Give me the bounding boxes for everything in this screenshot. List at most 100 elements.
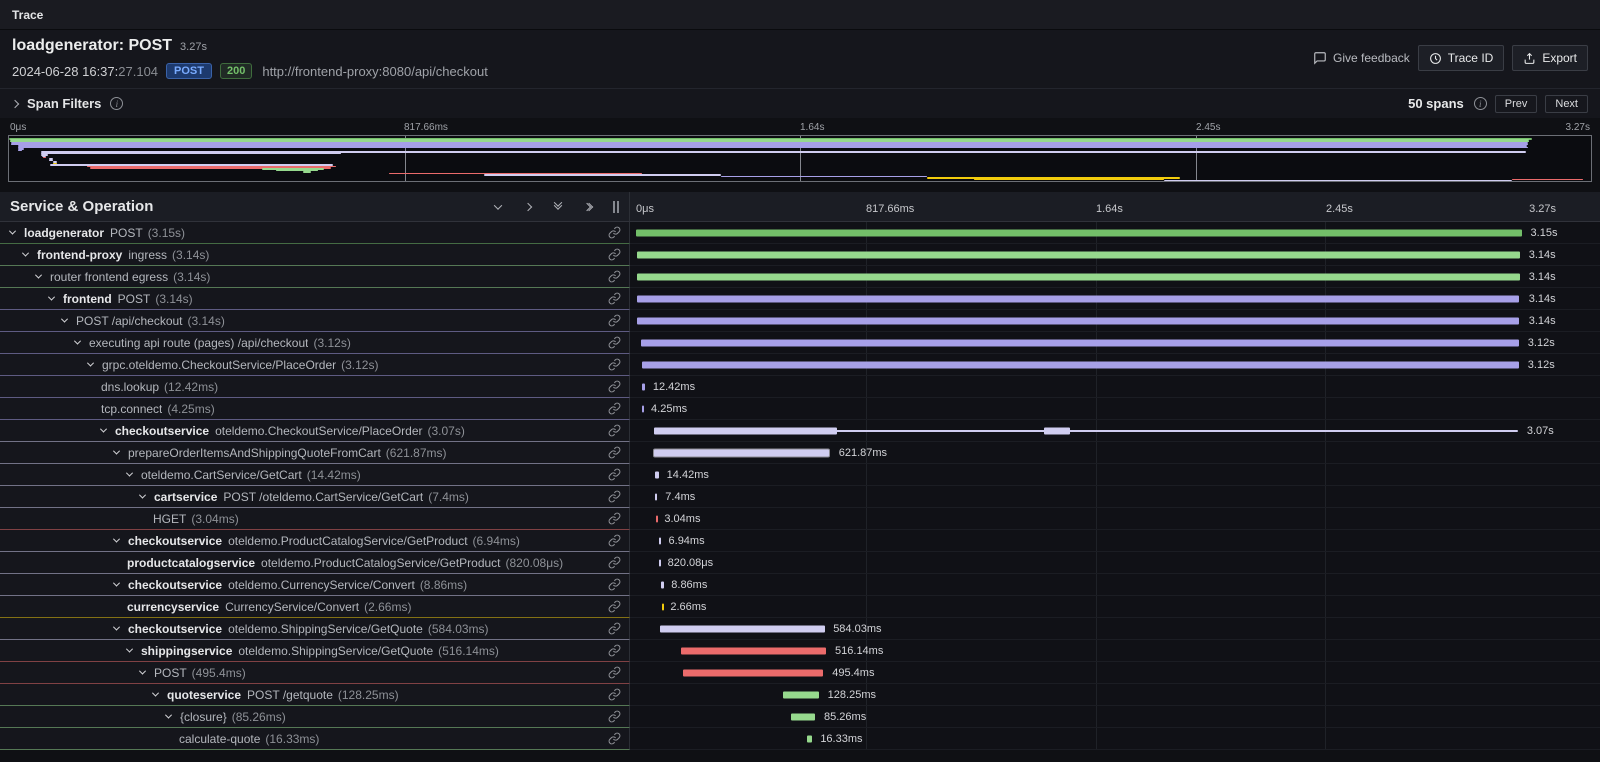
- link-icon[interactable]: [602, 710, 629, 723]
- link-icon[interactable]: [602, 402, 629, 415]
- span-bar[interactable]: [636, 229, 1522, 236]
- span-name-cell[interactable]: executing api route (pages) /api/checkou…: [0, 332, 630, 354]
- span-row[interactable]: tcp.connect (4.25ms) 4.25ms: [0, 398, 1600, 420]
- span-bar[interactable]: [807, 735, 812, 742]
- span-row[interactable]: checkoutservice oteldemo.CheckoutService…: [0, 420, 1600, 442]
- span-row[interactable]: checkoutservice oteldemo.ProductCatalogS…: [0, 530, 1600, 552]
- chevron-down-icon[interactable]: [127, 648, 141, 653]
- link-icon[interactable]: [602, 468, 629, 481]
- chevron-down-icon[interactable]: [88, 362, 102, 367]
- chevron-down-icon[interactable]: [114, 582, 128, 587]
- span-timeline-cell[interactable]: 3.14s: [630, 288, 1600, 310]
- span-row[interactable]: quoteservice POST /getquote (128.25ms) 1…: [0, 684, 1600, 706]
- link-icon[interactable]: [602, 688, 629, 701]
- span-bar[interactable]: [661, 581, 663, 588]
- span-bar[interactable]: [637, 273, 1520, 280]
- span-name-cell[interactable]: checkoutservice oteldemo.CheckoutService…: [0, 420, 630, 442]
- collapse-all-icon[interactable]: [551, 200, 565, 214]
- expand-all-icon[interactable]: [581, 200, 595, 214]
- span-row[interactable]: dns.lookup (12.42ms) 12.42ms: [0, 376, 1600, 398]
- span-name-cell[interactable]: loadgenerator POST (3.15s): [0, 222, 630, 244]
- span-row[interactable]: productcatalogservice oteldemo.ProductCa…: [0, 552, 1600, 574]
- link-icon[interactable]: [602, 490, 629, 503]
- link-icon[interactable]: [602, 600, 629, 613]
- span-name-cell[interactable]: {closure} (85.26ms): [0, 706, 630, 728]
- span-bar[interactable]: [637, 317, 1519, 324]
- span-timeline-cell[interactable]: 3.14s: [630, 310, 1600, 332]
- span-bar[interactable]: [655, 493, 657, 500]
- span-bar[interactable]: [659, 537, 661, 544]
- span-bar[interactable]: [783, 691, 819, 698]
- span-bar[interactable]: [655, 471, 659, 478]
- link-icon[interactable]: [602, 380, 629, 393]
- chevron-down-icon[interactable]: [101, 428, 115, 433]
- span-row[interactable]: calculate-quote (16.33ms) 16.33ms: [0, 728, 1600, 750]
- span-timeline-cell[interactable]: 8.86ms: [630, 574, 1600, 596]
- trace-id-button[interactable]: Trace ID: [1418, 45, 1505, 71]
- span-timeline-cell[interactable]: 3.14s: [630, 266, 1600, 288]
- chevron-down-icon[interactable]: [153, 692, 167, 697]
- span-timeline-cell[interactable]: 3.07s: [630, 420, 1600, 442]
- chevron-down-icon[interactable]: [140, 670, 154, 675]
- span-timeline-cell[interactable]: 16.33ms: [630, 728, 1600, 750]
- chevron-down-icon[interactable]: [62, 318, 76, 323]
- span-row[interactable]: checkoutservice oteldemo.CurrencyService…: [0, 574, 1600, 596]
- span-bar[interactable]: [660, 625, 825, 632]
- link-icon[interactable]: [602, 226, 629, 239]
- expand-one-icon[interactable]: [521, 200, 535, 214]
- collapse-one-icon[interactable]: [491, 200, 505, 214]
- minimap[interactable]: [8, 135, 1592, 182]
- link-icon[interactable]: [602, 358, 629, 371]
- chevron-down-icon[interactable]: [10, 230, 24, 235]
- span-name-cell[interactable]: cartservice POST /oteldemo.CartService/G…: [0, 486, 630, 508]
- span-bar[interactable]: [791, 713, 815, 720]
- span-timeline-cell[interactable]: 6.94ms: [630, 530, 1600, 552]
- span-row[interactable]: POST (495.4ms) 495.4ms: [0, 662, 1600, 684]
- span-timeline-cell[interactable]: 85.26ms: [630, 706, 1600, 728]
- prev-button[interactable]: Prev: [1495, 95, 1538, 113]
- span-timeline-cell[interactable]: 12.42ms: [630, 376, 1600, 398]
- span-name-cell[interactable]: oteldemo.CartService/GetCart (14.42ms): [0, 464, 630, 486]
- span-row[interactable]: router frontend egress (3.14s) 3.14s: [0, 266, 1600, 288]
- link-icon[interactable]: [602, 248, 629, 261]
- link-icon[interactable]: [602, 424, 629, 437]
- span-bar[interactable]: [681, 647, 826, 654]
- chevron-down-icon[interactable]: [166, 714, 180, 719]
- span-name-cell[interactable]: frontend POST (3.14s): [0, 288, 630, 310]
- span-row[interactable]: frontend POST (3.14s) 3.14s: [0, 288, 1600, 310]
- span-timeline-cell[interactable]: 3.12s: [630, 354, 1600, 376]
- span-row[interactable]: loadgenerator POST (3.15s) 3.15s: [0, 222, 1600, 244]
- span-name-cell[interactable]: POST (495.4ms): [0, 662, 630, 684]
- span-timeline-cell[interactable]: 516.14ms: [630, 640, 1600, 662]
- span-timeline-cell[interactable]: 2.66ms: [630, 596, 1600, 618]
- export-button[interactable]: Export: [1512, 45, 1588, 71]
- link-icon[interactable]: [602, 336, 629, 349]
- span-bar[interactable]: [642, 361, 1520, 368]
- span-name-cell[interactable]: dns.lookup (12.42ms): [0, 376, 630, 398]
- span-name-cell[interactable]: router frontend egress (3.14s): [0, 266, 630, 288]
- span-timeline-cell[interactable]: 3.04ms: [630, 508, 1600, 530]
- span-row[interactable]: frontend-proxy ingress (3.14s) 3.14s: [0, 244, 1600, 266]
- chevron-down-icon[interactable]: [49, 296, 63, 301]
- link-icon[interactable]: [602, 622, 629, 635]
- link-icon[interactable]: [602, 446, 629, 459]
- span-bar[interactable]: [637, 251, 1520, 258]
- link-icon[interactable]: [602, 512, 629, 525]
- span-bar[interactable]: [662, 603, 664, 610]
- span-timeline-cell[interactable]: 14.42ms: [630, 464, 1600, 486]
- span-timeline-cell[interactable]: 820.08μs: [630, 552, 1600, 574]
- chevron-down-icon[interactable]: [36, 274, 50, 279]
- span-timeline-cell[interactable]: 495.4ms: [630, 662, 1600, 684]
- span-name-cell[interactable]: currencyservice CurrencyService/Convert …: [0, 596, 630, 618]
- span-bar[interactable]: [637, 295, 1519, 302]
- give-feedback-button[interactable]: Give feedback: [1313, 51, 1410, 65]
- span-row[interactable]: grpc.oteldemo.CheckoutService/PlaceOrder…: [0, 354, 1600, 376]
- span-bar[interactable]: [654, 449, 829, 456]
- span-name-cell[interactable]: HGET (3.04ms): [0, 508, 630, 530]
- span-name-cell[interactable]: calculate-quote (16.33ms): [0, 728, 630, 750]
- span-timeline-cell[interactable]: 3.12s: [630, 332, 1600, 354]
- span-bar[interactable]: [683, 669, 823, 676]
- span-row[interactable]: HGET (3.04ms) 3.04ms: [0, 508, 1600, 530]
- span-bar[interactable]: [656, 515, 658, 522]
- span-row[interactable]: {closure} (85.26ms) 85.26ms: [0, 706, 1600, 728]
